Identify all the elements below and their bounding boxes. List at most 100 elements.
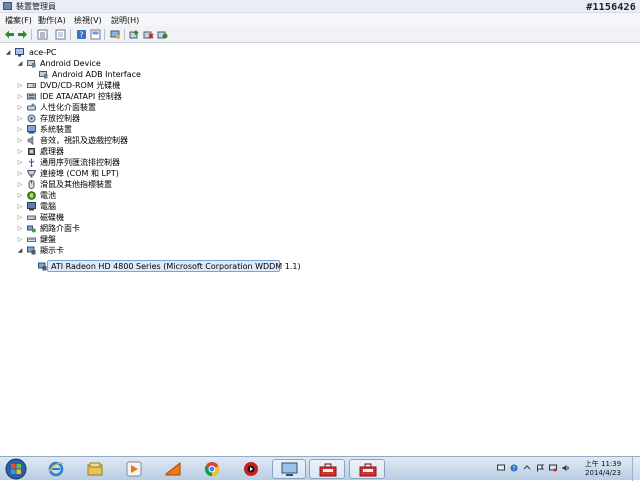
taskbar-device-manager-button[interactable] xyxy=(272,459,306,479)
enable-icon[interactable] xyxy=(157,29,168,40)
tree-item-label: 滑鼠及其他指標裝置 xyxy=(40,180,112,189)
tree-item-label: DVD/CD-ROM 光碟機 xyxy=(40,81,121,90)
collapsed-arrow-icon[interactable]: ▷ xyxy=(17,190,23,201)
tree-item[interactable]: ▷ 電池 xyxy=(0,190,120,201)
menu-help[interactable]: 說明(H) xyxy=(111,15,139,26)
collapsed-arrow-icon[interactable]: ▷ xyxy=(17,157,23,168)
battery-icon xyxy=(27,191,36,200)
usb-icon xyxy=(28,158,35,167)
tree-item[interactable]: ▷ 電腦 xyxy=(0,201,120,212)
taskbar-media-app-button[interactable] xyxy=(235,459,267,479)
tree-item[interactable]: ▷ 磁碟機 xyxy=(0,212,120,223)
show-desktop-button[interactable] xyxy=(632,457,640,481)
collapsed-arrow-icon[interactable]: ▷ xyxy=(17,80,23,91)
collapsed-arrow-icon[interactable]: ▷ xyxy=(17,91,23,102)
view-icon[interactable] xyxy=(90,29,101,40)
adb-interface-icon xyxy=(39,71,48,79)
menu-file[interactable]: 檔案(F) xyxy=(5,15,32,26)
tree-item[interactable]: ▷ 網路介面卡 xyxy=(0,223,120,234)
device-manager-window: 裝置管理員 #1156426 檔案(F) 動作(A) 檢視(V) 說明(H) ?… xyxy=(0,0,640,456)
taskbar-chrome-button[interactable] xyxy=(196,459,228,479)
network-adapter-icon xyxy=(27,225,36,233)
tree-item[interactable]: ▷ 連接埠 (COM 和 LPT) xyxy=(0,168,140,179)
tree-root[interactable]: ◢ ace-PC xyxy=(0,47,120,58)
collapsed-arrow-icon[interactable]: ▷ xyxy=(17,113,23,124)
toolbox-icon-2 xyxy=(359,463,377,477)
expand-arrow-icon[interactable]: ◢ xyxy=(17,58,23,69)
tree-item-label: Android ADB Interface xyxy=(52,70,141,79)
tree-item-label: 電池 xyxy=(40,191,56,200)
update-driver-icon[interactable] xyxy=(129,29,140,40)
tree-item-label: 連接埠 (COM 和 LPT) xyxy=(40,169,119,178)
collapsed-arrow-icon[interactable]: ▷ xyxy=(17,179,23,190)
tree-item-label: ATI Radeon HD 4800 Series (Microsoft Cor… xyxy=(51,262,301,271)
expand-arrow-icon[interactable]: ◢ xyxy=(5,47,11,58)
collapsed-arrow-icon[interactable]: ▷ xyxy=(17,223,23,234)
tree-item[interactable]: ▷ 存放控制器 xyxy=(0,113,140,124)
collapsed-arrow-icon[interactable]: ▷ xyxy=(17,168,23,179)
dvd-drive-icon xyxy=(27,83,36,88)
tree-item[interactable]: ▷ DVD/CD-ROM 光碟機 xyxy=(0,80,140,91)
menu-bar: 檔案(F) 動作(A) 檢視(V) 說明(H) xyxy=(0,13,640,26)
storage-controller-icon xyxy=(27,114,36,123)
start-orb-icon[interactable] xyxy=(5,458,27,480)
hid-icon xyxy=(27,103,36,111)
computer-scan-icon[interactable] xyxy=(110,29,121,40)
tree-item[interactable]: ▷ 鍵盤 xyxy=(0,234,120,245)
collapsed-arrow-icon[interactable]: ▷ xyxy=(17,234,23,245)
toolbar-separator xyxy=(31,29,32,40)
taskbar-explorer-button[interactable] xyxy=(79,459,111,479)
tray-arrow-icon[interactable] xyxy=(523,464,531,472)
tray-volume-icon[interactable] xyxy=(562,464,570,472)
taskbar-media-player-button[interactable] xyxy=(118,459,150,479)
clock-date[interactable]: 2014/4/23 xyxy=(580,469,626,477)
tray-monitor-icon[interactable] xyxy=(497,464,505,472)
tray-flag-icon[interactable] xyxy=(536,464,544,472)
taskbar-toolbox-button-2[interactable] xyxy=(349,459,385,479)
collapsed-arrow-icon[interactable]: ▷ xyxy=(17,124,23,135)
tree-item-child[interactable]: Android ADB Interface xyxy=(0,69,160,80)
tree-item[interactable]: ▷ 音效，視訊及遊戲控制器 xyxy=(0,135,160,146)
tree-item-label: 網路介面卡 xyxy=(40,224,80,233)
tray-help-icon[interactable]: ? xyxy=(510,464,518,472)
menu-view[interactable]: 檢視(V) xyxy=(74,15,102,26)
toolbox-icon-1 xyxy=(319,463,337,477)
disk-drive-icon xyxy=(27,215,36,220)
tree-item[interactable]: ◢ Android Device xyxy=(0,58,140,69)
help-icon[interactable]: ? xyxy=(76,29,87,40)
taskbar-ie-button[interactable] xyxy=(40,459,72,479)
tree-item[interactable]: ▷ 通用序列匯流排控制器 xyxy=(0,157,160,168)
menu-action[interactable]: 動作(A) xyxy=(38,15,66,26)
tree-item[interactable]: ▷ IDE ATA/ATAPI 控制器 xyxy=(0,91,140,102)
android-device-icon xyxy=(27,60,36,68)
taskbar-orange-app-button[interactable] xyxy=(157,459,189,479)
back-icon[interactable] xyxy=(4,29,15,40)
collapsed-arrow-icon[interactable]: ▷ xyxy=(17,146,23,157)
tree-item-label: 人性化介面裝置 xyxy=(40,103,96,112)
tree-item[interactable]: ▷ 人性化介面裝置 xyxy=(0,102,140,113)
collapsed-arrow-icon[interactable]: ▷ xyxy=(17,135,23,146)
tree-item-label: IDE ATA/ATAPI 控制器 xyxy=(40,92,122,101)
uninstall-icon[interactable] xyxy=(143,29,154,40)
keyboard-icon xyxy=(27,237,36,242)
tree-item[interactable]: ▷ 系統裝置 xyxy=(0,124,140,135)
tree-item-child-selected[interactable]: ATI Radeon HD 4800 Series (Microsoft Cor… xyxy=(0,261,301,272)
forward-icon[interactable] xyxy=(17,29,28,40)
device-manager-icon xyxy=(281,462,298,476)
tree-item[interactable]: ▷ 處理器 xyxy=(0,146,140,157)
tree-item[interactable]: ◢ 顯示卡 xyxy=(0,245,120,256)
collapsed-arrow-icon[interactable]: ▷ xyxy=(17,201,23,212)
taskbar: ? 上午 11:39 2014/4/23 xyxy=(0,456,640,481)
tray-network-icon[interactable] xyxy=(549,464,557,472)
svg-text:?: ? xyxy=(512,466,515,473)
tree-item[interactable]: ▷ 滑鼠及其他指標裝置 xyxy=(0,179,140,190)
properties-grid-icon[interactable] xyxy=(37,29,48,40)
expand-arrow-icon[interactable]: ◢ xyxy=(17,245,23,256)
list-icon[interactable] xyxy=(55,29,66,40)
clock-time[interactable]: 上午 11:39 xyxy=(580,459,626,469)
collapsed-arrow-icon[interactable]: ▷ xyxy=(17,212,23,223)
title-bar[interactable]: 裝置管理員 #1156426 xyxy=(0,0,640,13)
toolbar-separator xyxy=(104,29,105,40)
collapsed-arrow-icon[interactable]: ▷ xyxy=(17,102,23,113)
taskbar-toolbox-button-1[interactable] xyxy=(309,459,345,479)
